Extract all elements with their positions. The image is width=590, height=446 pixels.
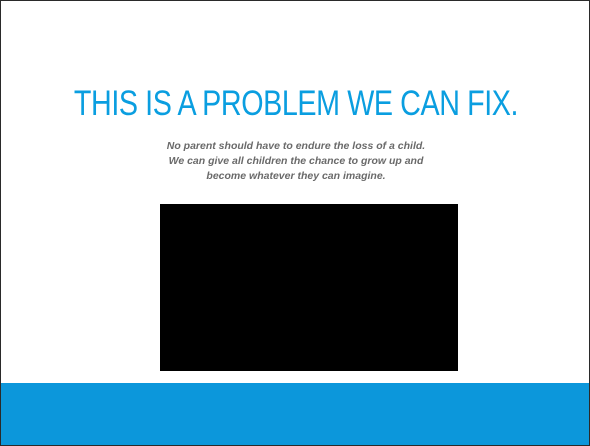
slide: THIS IS A PROBLEM WE CAN FIX. No parent … — [0, 0, 590, 446]
footer-bar — [1, 383, 589, 445]
video-player[interactable] — [160, 204, 458, 371]
subtext-line: become whatever they can imagine. — [206, 170, 386, 182]
slide-headline: THIS IS A PROBLEM WE CAN FIX. — [73, 84, 519, 123]
slide-subtext: No parent should have to endure the loss… — [96, 139, 496, 184]
subtext-line: We can give all children the chance to g… — [168, 155, 424, 167]
subtext-line: No parent should have to endure the loss… — [166, 140, 426, 152]
